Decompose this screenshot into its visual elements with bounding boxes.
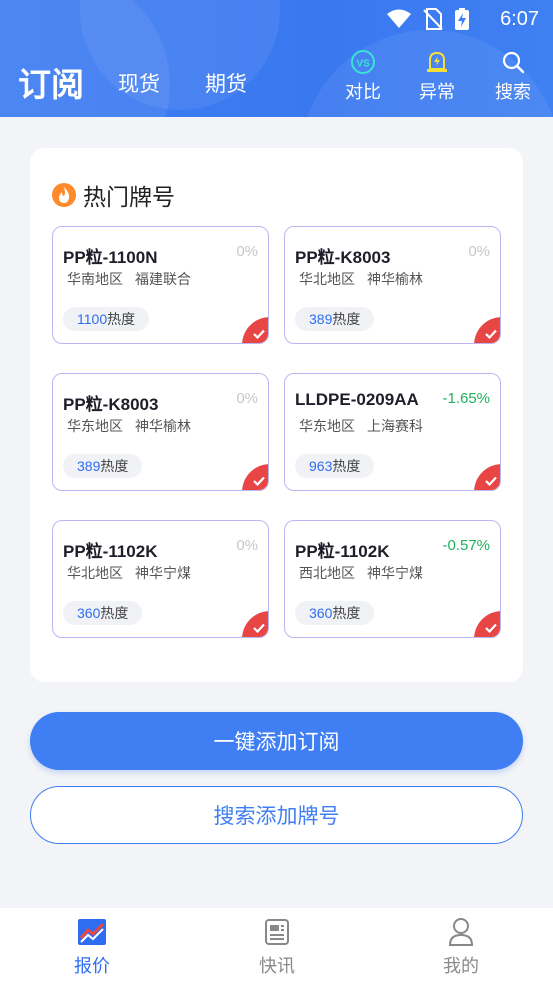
- grade-name: LLDPE-0209AA: [295, 390, 419, 409]
- heat-unit: 热度: [100, 606, 129, 622]
- grade-meta: 华南地区 福建联合: [67, 269, 191, 289]
- grade-name: PP粒-1102K: [63, 542, 158, 561]
- search-button[interactable]: 搜索: [483, 48, 543, 104]
- grade-change: -1.65%: [442, 390, 490, 407]
- grade-card[interactable]: PP粒-1102K 0% 华北地区 神华宁煤 360 热度: [52, 520, 269, 638]
- trend-chart-icon: [42, 916, 142, 948]
- abnormal-button[interactable]: 异常: [407, 48, 467, 104]
- grade-region: 华北地区: [299, 272, 355, 288]
- heat-value: 360: [309, 605, 333, 621]
- nav-label: 我的: [443, 956, 479, 977]
- compare-label: 对比: [345, 82, 381, 103]
- selected-check-icon[interactable]: [242, 317, 268, 343]
- hot-grades-card: 热门牌号 PP粒-1100N 0% 华南地区 福建联合 1100 热度 PP粒-K8…: [30, 148, 523, 682]
- bottom-nav: 报价 快讯 我的: [0, 908, 553, 983]
- selected-check-icon[interactable]: [242, 464, 268, 490]
- heat-value: 1100: [77, 311, 108, 327]
- heat-badge: 963 热度: [295, 454, 375, 478]
- heat-unit: 热度: [100, 459, 129, 475]
- grade-card[interactable]: PP粒-1100N 0% 华南地区 福建联合 1100 热度: [52, 226, 269, 344]
- grade-meta: 西北地区 神华宁煤: [299, 563, 423, 583]
- grade-change: 0%: [236, 390, 258, 407]
- section-title-text: 热门牌号: [83, 185, 175, 211]
- grade-meta: 华东地区 上海赛科: [299, 416, 423, 436]
- heat-unit: 热度: [332, 606, 361, 622]
- battery-icon: [455, 8, 469, 34]
- grade-change: -0.57%: [442, 537, 490, 554]
- grade-company: 神华宁煤: [135, 566, 191, 582]
- tab-futures[interactable]: 期货: [205, 68, 247, 98]
- grade-name: PP粒-1102K: [295, 542, 390, 561]
- selected-check-icon[interactable]: [474, 464, 500, 490]
- grade-change: 0%: [468, 243, 490, 260]
- news-icon: [227, 916, 327, 948]
- status-bar: 6:07: [0, 0, 553, 38]
- nav-label: 报价: [74, 956, 110, 977]
- grade-company: 神华榆林: [367, 272, 423, 288]
- heat-value: 360: [77, 605, 101, 621]
- grade-region: 西北地区: [299, 566, 355, 582]
- grade-region: 华南地区: [67, 272, 123, 288]
- grade-card[interactable]: PP粒-K8003 0% 华东地区 神华榆林 389 热度: [52, 373, 269, 491]
- heat-unit: 热度: [107, 312, 136, 328]
- page-title: 订阅: [18, 65, 84, 104]
- heat-value: 389: [77, 458, 101, 474]
- compare-button[interactable]: VS 对比: [333, 48, 393, 104]
- grade-change: 0%: [236, 537, 258, 554]
- nav-label: 快讯: [259, 956, 295, 977]
- heat-value: 389: [309, 311, 333, 327]
- heat-unit: 热度: [332, 312, 361, 328]
- heat-badge: 1100 热度: [63, 307, 150, 331]
- selected-check-icon[interactable]: [474, 317, 500, 343]
- grade-company: 神华宁煤: [367, 566, 423, 582]
- grade-company: 上海赛科: [367, 419, 423, 435]
- tab-spot[interactable]: 现货: [118, 68, 160, 98]
- wifi-icon: [387, 9, 411, 33]
- heat-badge: 389 热度: [295, 307, 375, 331]
- grade-card[interactable]: LLDPE-0209AA -1.65% 华东地区 上海赛科 963 热度: [284, 373, 501, 491]
- user-icon: [411, 916, 511, 948]
- heat-value: 963: [309, 458, 333, 474]
- grade-name: PP粒-1100N: [63, 248, 158, 267]
- grade-meta: 华东地区 神华榆林: [67, 416, 191, 436]
- nav-item-mine[interactable]: 我的: [411, 916, 511, 978]
- grade-card[interactable]: PP粒-K8003 0% 华北地区 神华榆林 389 热度: [284, 226, 501, 344]
- grade-card[interactable]: PP粒-1102K -0.57% 西北地区 神华宁煤 360 热度: [284, 520, 501, 638]
- grade-region: 华东地区: [299, 419, 355, 435]
- heat-badge: 360 热度: [295, 601, 375, 625]
- nav-item-news[interactable]: 快讯: [227, 916, 327, 978]
- nav-item-quote[interactable]: 报价: [42, 916, 142, 978]
- heat-unit: 热度: [332, 459, 361, 475]
- section-title: 热门牌号: [52, 178, 175, 212]
- grade-change: 0%: [236, 243, 258, 260]
- search-label: 搜索: [495, 82, 531, 103]
- heat-badge: 360 热度: [63, 601, 143, 625]
- app-header: 6:07 订阅 现货 期货 VS 对比 异常 搜索: [0, 0, 553, 117]
- abnormal-label: 异常: [419, 82, 455, 103]
- selected-check-icon[interactable]: [242, 611, 268, 637]
- vs-icon: VS: [333, 48, 393, 76]
- search-add-grade-button[interactable]: 搜索添加牌号: [30, 786, 523, 844]
- heat-badge: 389 热度: [63, 454, 143, 478]
- grade-meta: 华北地区 神华宁煤: [67, 563, 191, 583]
- grade-name: PP粒-K8003: [63, 395, 159, 414]
- selected-check-icon[interactable]: [474, 611, 500, 637]
- grade-company: 神华榆林: [135, 419, 191, 435]
- search-icon: [483, 48, 543, 76]
- grade-name: PP粒-K8003: [295, 248, 391, 267]
- grade-meta: 华北地区 神华榆林: [299, 269, 423, 289]
- grade-region: 华北地区: [67, 566, 123, 582]
- svg-text:VS: VS: [356, 59, 370, 70]
- no-sim-icon: [423, 8, 443, 34]
- one-click-subscribe-button[interactable]: 一键添加订阅: [30, 712, 523, 770]
- alarm-icon: [407, 48, 467, 76]
- grade-region: 华东地区: [67, 419, 123, 435]
- grade-company: 福建联合: [135, 272, 191, 288]
- status-time: 6:07: [500, 8, 539, 30]
- fire-icon: [52, 183, 76, 207]
